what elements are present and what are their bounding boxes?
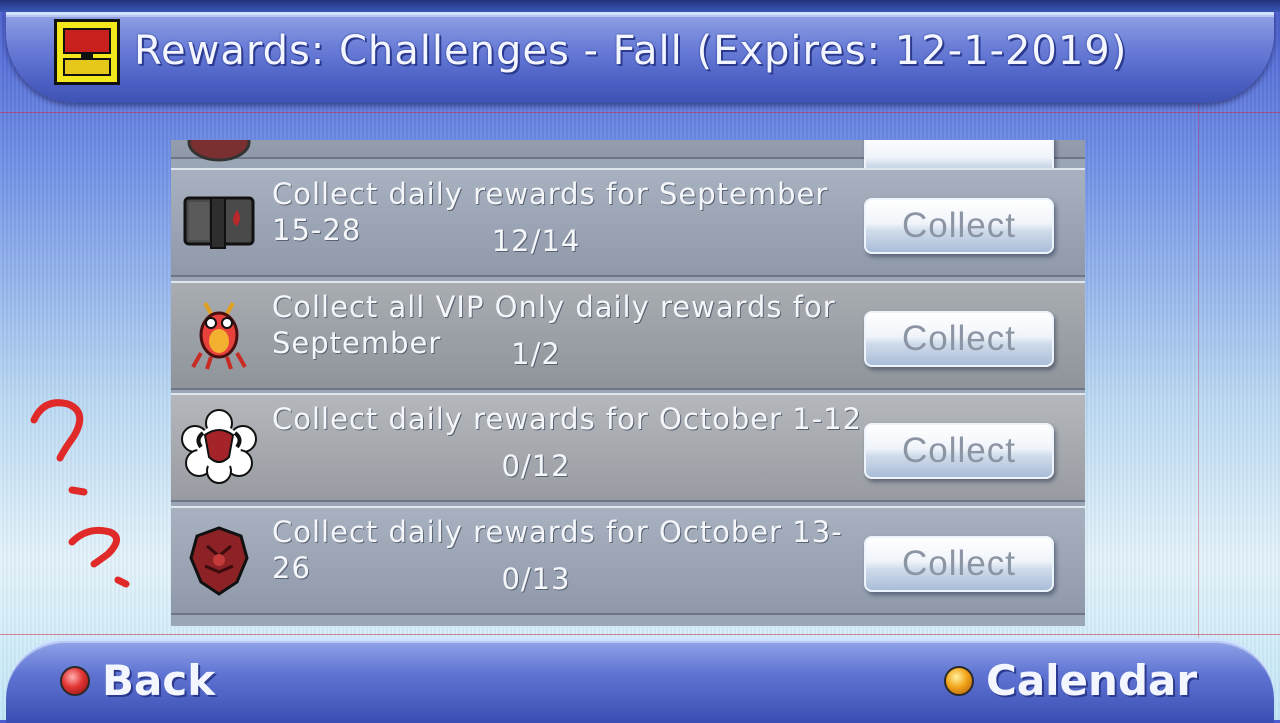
collect-button[interactable]: Collect [864,198,1054,254]
collect-button[interactable]: Collect [864,536,1054,592]
list-item-partial [171,140,1085,188]
guide-line [0,634,1280,635]
list-item: Collect all VIP Only daily rewards for S… [171,281,1085,390]
challenge-progress: 1/2 [511,337,561,371]
page-title: Rewards: Challenges - Fall (Expires: 12-… [134,28,1128,74]
challenge-progress: 0/13 [501,562,571,596]
back-button-icon[interactable] [60,666,90,696]
book-icon [183,196,255,249]
question-marks-annotation [30,399,130,588]
crab-monster-icon [191,302,247,370]
guide-line [0,112,1280,113]
header-top-strip [0,0,1280,12]
list-item: Collect daily rewards for October 1-12 0… [171,393,1085,502]
shield-icon [187,140,251,162]
challenge-list[interactable]: Collect daily rewards for September 15-2… [171,140,1085,626]
guide-line [1198,0,1199,720]
list-item: Collect daily rewards for October 13-26 … [171,506,1085,615]
back-button[interactable]: Back [102,656,215,705]
challenge-progress: 0/12 [501,449,571,483]
challenge-progress: 12/14 [491,224,581,258]
demon-shield-icon [189,526,249,596]
collect-button[interactable]: Collect [864,311,1054,367]
calendar-button-icon[interactable] [944,666,974,696]
list-item: Collect daily rewards for September 15-2… [171,168,1085,277]
challenge-text: Collect daily rewards for October 1-12 [272,402,863,436]
calendar-button[interactable]: Calendar [986,656,1197,705]
ram-skull-icon [181,409,257,484]
collect-button[interactable]: Collect [864,423,1054,479]
treasure-chest-icon [54,19,120,85]
